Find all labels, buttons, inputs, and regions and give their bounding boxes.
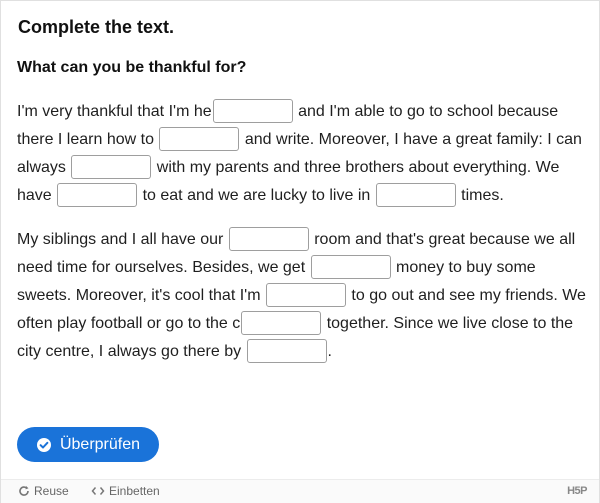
- reuse-label: Reuse: [34, 484, 69, 498]
- blank-input-1[interactable]: [212, 98, 293, 123]
- embed-label: Einbetten: [109, 484, 160, 498]
- reuse-icon: [18, 485, 34, 497]
- blank-input-9[interactable]: [241, 310, 322, 335]
- blank-input-2[interactable]: [159, 126, 240, 151]
- blank-input-6[interactable]: [228, 226, 309, 251]
- footer-bar: Reuse Einbetten H5P: [1, 479, 599, 503]
- embed-button[interactable]: Einbetten: [91, 484, 160, 498]
- paragraph-2: My siblings and I all have our room and …: [17, 226, 592, 366]
- blank-input-3[interactable]: [71, 154, 152, 179]
- code-icon: [91, 485, 109, 497]
- blank-input-4[interactable]: [57, 182, 138, 207]
- text-segment: I'm very thankful that I'm he: [17, 103, 212, 120]
- blank-input-10[interactable]: [246, 338, 327, 363]
- task-title: Complete the text.: [18, 17, 175, 37]
- blank-input-5[interactable]: [375, 182, 456, 207]
- check-button[interactable]: Überprüfen: [17, 427, 159, 462]
- paragraph-1: I'm very thankful that I'm he and I'm ab…: [17, 98, 592, 210]
- blank-input-7[interactable]: [310, 254, 391, 279]
- text-segment: My siblings and I all have our: [17, 231, 228, 248]
- check-button-label: Überprüfen: [59, 435, 141, 453]
- check-circle-icon: [36, 437, 52, 453]
- text-segment: times.: [456, 187, 504, 204]
- reuse-button[interactable]: Reuse: [18, 484, 69, 498]
- text-segment: .: [327, 343, 332, 360]
- blank-input-8[interactable]: [265, 282, 346, 307]
- h5p-logo[interactable]: H5P: [567, 485, 587, 497]
- question-heading: What can you be thankful for?: [17, 59, 247, 76]
- text-segment: to eat and we are lucky to live in: [138, 187, 375, 204]
